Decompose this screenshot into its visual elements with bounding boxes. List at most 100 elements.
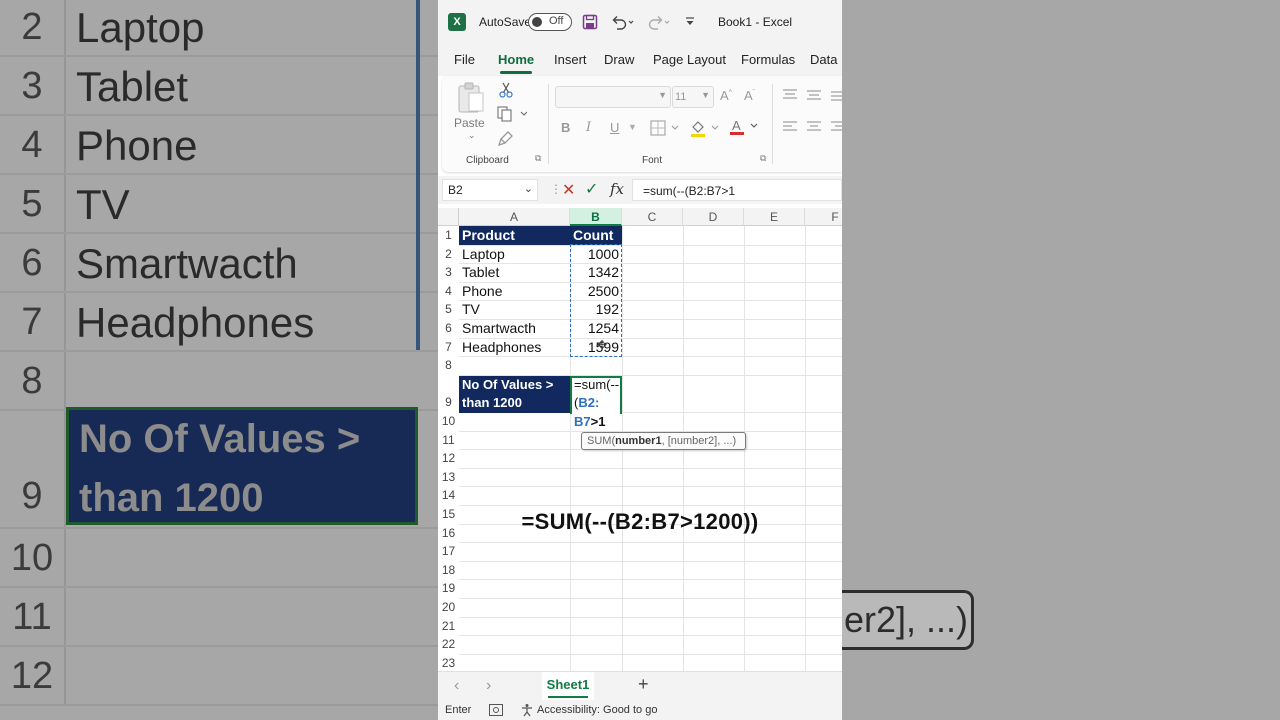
enter-icon[interactable]: ✓ xyxy=(585,179,598,199)
row-header[interactable]: 9 xyxy=(438,384,459,412)
bold-button[interactable]: B xyxy=(561,120,570,135)
table-row-product[interactable]: Smartwacth xyxy=(462,319,570,338)
row-header[interactable]: 4 xyxy=(438,281,459,301)
row-header[interactable]: 7 xyxy=(438,337,459,357)
column-header-e[interactable]: E xyxy=(744,208,805,226)
format-painter-icon[interactable] xyxy=(497,130,514,149)
cancel-icon[interactable]: ✕ xyxy=(562,180,575,200)
dialog-launcher-icon[interactable]: ⧉ xyxy=(535,153,541,164)
paste-icon[interactable] xyxy=(456,82,486,117)
bg-row: 12 xyxy=(0,647,438,706)
italic-button[interactable]: I xyxy=(586,120,591,135)
align-right-icon[interactable] xyxy=(830,120,842,137)
align-left-icon[interactable] xyxy=(782,120,798,137)
chevron-down-icon[interactable]: ⌄ xyxy=(524,182,533,195)
insert-function-icon[interactable]: fx xyxy=(610,180,624,198)
table-row-product[interactable]: Phone xyxy=(462,282,570,301)
font-name-select[interactable]: ▼ xyxy=(555,86,671,108)
formula-input[interactable]: =sum(--(B2:B7>1 xyxy=(632,179,842,201)
sheet-next-icon[interactable]: › xyxy=(486,677,491,695)
row-header[interactable]: 17 xyxy=(438,542,459,561)
align-bottom-icon[interactable] xyxy=(830,88,842,105)
row-header[interactable]: 18 xyxy=(438,560,459,580)
sheet-prev-icon[interactable]: ‹ xyxy=(454,677,459,695)
row-header[interactable]: 14 xyxy=(438,486,459,505)
row-header[interactable]: 8 xyxy=(438,356,459,375)
name-box[interactable]: B2 ⌄ xyxy=(442,179,538,201)
font-size-select[interactable]: 11 ▼ xyxy=(672,86,714,108)
row-header[interactable]: 23 xyxy=(438,653,459,671)
underline-dropdown-icon[interactable]: ▼ xyxy=(628,122,637,132)
accessibility-status[interactable]: Accessibility: Good to go xyxy=(537,701,657,720)
bg-tooltip: er2], ...) xyxy=(842,590,974,650)
bg-row-number: 3 xyxy=(0,57,66,114)
tab-file[interactable]: File xyxy=(454,52,475,67)
align-top-icon[interactable] xyxy=(782,88,798,105)
worksheet-grid[interactable]: A B C D E F 1 2 3 4 5 6 7 8 9 10 11 12 1… xyxy=(438,208,842,671)
font-color-icon[interactable]: A xyxy=(729,118,763,139)
underline-button[interactable]: U xyxy=(610,120,619,135)
cell-a1[interactable]: Product xyxy=(459,226,570,245)
row-header[interactable]: 21 xyxy=(438,616,459,636)
row-header[interactable]: 11 xyxy=(438,430,459,450)
select-all-corner[interactable] xyxy=(438,208,459,226)
gridline xyxy=(459,486,842,488)
decrease-font-icon[interactable]: Aˇ xyxy=(744,88,755,103)
row-header[interactable]: 13 xyxy=(438,467,459,487)
row-header[interactable]: 6 xyxy=(438,319,459,338)
table-row-product[interactable]: Tablet xyxy=(462,263,570,282)
group-separator xyxy=(772,84,773,164)
undo-icon[interactable] xyxy=(610,0,636,44)
align-middle-icon[interactable] xyxy=(806,88,822,105)
background-zoom-left: 2 Laptop 3 Tablet 4 Phone 5 TV 6 Smartwa… xyxy=(0,0,438,720)
ribbon-tabs: File Home Insert Draw Page Layout Formul… xyxy=(438,44,842,76)
autosave-toggle[interactable]: Off xyxy=(528,13,572,31)
customize-qat-icon[interactable] xyxy=(684,0,696,44)
accessibility-icon[interactable] xyxy=(520,703,534,720)
tab-draw[interactable]: Draw xyxy=(604,52,634,67)
tab-page-layout[interactable]: Page Layout xyxy=(653,52,726,67)
row-header[interactable]: 2 xyxy=(438,244,459,264)
row-header[interactable]: 19 xyxy=(438,579,459,598)
row-header[interactable]: 5 xyxy=(438,300,459,319)
sheet-tab-sheet1[interactable]: Sheet1 xyxy=(542,672,594,700)
edit-reference-end: B7 xyxy=(574,413,591,429)
column-header-a[interactable]: A xyxy=(459,208,570,226)
bg-row-number: 4 xyxy=(0,116,66,173)
table-row-product[interactable]: TV xyxy=(462,300,570,319)
tab-formulas[interactable]: Formulas xyxy=(741,52,795,67)
borders-icon[interactable] xyxy=(650,120,684,139)
increase-font-icon[interactable]: A^ xyxy=(720,88,732,103)
column-header-d[interactable]: D xyxy=(683,208,744,226)
align-center-icon[interactable] xyxy=(806,120,822,137)
function-tooltip[interactable]: SUM(number1, [number2], ...) xyxy=(581,432,746,450)
table-row-product[interactable]: Headphones xyxy=(462,338,570,357)
save-icon[interactable] xyxy=(582,0,598,44)
copy-icon[interactable] xyxy=(497,106,528,125)
dialog-launcher-icon[interactable]: ⧉ xyxy=(760,153,766,164)
row-header[interactable]: 12 xyxy=(438,449,459,468)
redo-icon[interactable] xyxy=(646,0,672,44)
column-header-c[interactable]: C xyxy=(622,208,683,226)
tab-insert[interactable]: Insert xyxy=(554,52,587,67)
add-sheet-button[interactable]: + xyxy=(638,674,649,695)
tab-home[interactable]: Home xyxy=(498,52,534,67)
column-header-f[interactable]: F xyxy=(805,208,842,226)
cut-icon[interactable] xyxy=(499,82,513,101)
bg-row-number: 12 xyxy=(0,647,66,704)
macro-record-icon[interactable] xyxy=(489,704,503,720)
tab-data[interactable]: Data xyxy=(810,52,837,67)
paste-label[interactable]: Paste xyxy=(454,116,485,130)
row-header[interactable]: 3 xyxy=(438,263,459,282)
table-row-product[interactable]: Laptop xyxy=(462,245,570,264)
row-header[interactable]: 20 xyxy=(438,598,459,617)
row-header[interactable]: 22 xyxy=(438,635,459,654)
chevron-down-icon[interactable]: ⌄ xyxy=(468,130,476,141)
bg-label-line: No Of Values > xyxy=(79,417,361,461)
cell-b1[interactable]: Count xyxy=(570,226,622,245)
label-cell-a9[interactable]: No Of Values > than 1200 xyxy=(459,375,570,413)
column-header-b[interactable]: B xyxy=(570,208,622,226)
fill-color-icon[interactable] xyxy=(690,120,724,141)
row-header[interactable]: 1 xyxy=(438,226,459,245)
row-header[interactable]: 10 xyxy=(438,412,459,431)
